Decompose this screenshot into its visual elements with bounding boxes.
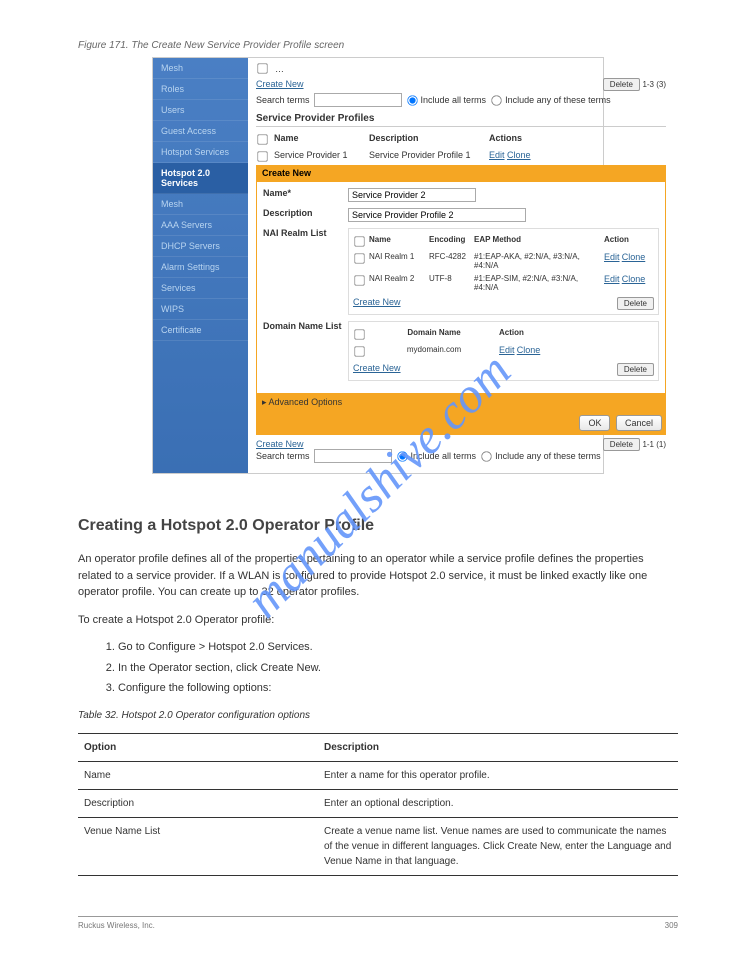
row-checkbox[interactable] — [257, 151, 267, 161]
sidebar-item-guest-access[interactable]: Guest Access — [153, 121, 248, 142]
nai-delete[interactable]: Delete — [617, 297, 654, 310]
form-area: Name* Description NAI Realm List — [256, 181, 666, 394]
doc-steps: Go to Configure > Hotspot 2.0 Services. … — [78, 639, 678, 697]
sidebar-item-services[interactable]: Services — [153, 278, 248, 299]
search-label: Search terms — [256, 95, 310, 105]
sidebar-item-mesh2[interactable]: Mesh — [153, 194, 248, 215]
sidebar-item-mesh[interactable]: Mesh — [153, 58, 248, 79]
sidebar-item-wips[interactable]: WIPS — [153, 299, 248, 320]
nai-edit[interactable]: Edit — [604, 252, 620, 262]
nai-clone[interactable]: Clone — [622, 274, 646, 284]
sidebar-item-aaa-servers[interactable]: AAA Servers — [153, 215, 248, 236]
sidebar-item-dhcp-servers[interactable]: DHCP Servers — [153, 236, 248, 257]
name-input[interactable] — [348, 188, 476, 202]
include-any-bottom[interactable] — [481, 451, 491, 461]
nai-row-checkbox[interactable] — [354, 275, 364, 285]
header-checkbox[interactable] — [257, 134, 267, 144]
domain-delete[interactable]: Delete — [617, 363, 654, 376]
nai-realm-table: Name Encoding EAP Method Action NAI Real… — [348, 228, 659, 315]
edit-link[interactable]: Edit — [489, 150, 505, 160]
figure-caption: Figure 171. The Create New Service Provi… — [78, 40, 678, 51]
delete-button-top[interactable]: Delete — [603, 78, 640, 91]
nai-clone[interactable]: Clone — [622, 252, 646, 262]
domain-row: mydomain.com Edit Clone — [353, 343, 654, 360]
description-label: Description — [263, 208, 348, 222]
pager-bottom: 1-1 (1) — [642, 440, 666, 449]
name-label: Name* — [263, 188, 348, 202]
cancel-button[interactable]: Cancel — [616, 415, 662, 431]
table-caption: Table 32. Hotspot 2.0 Operator configura… — [78, 708, 678, 723]
table-row: Service Provider 1 Service Provider Prof… — [256, 148, 666, 165]
clone-link[interactable]: Clone — [507, 150, 531, 160]
create-new-bottom[interactable]: Create New — [256, 439, 304, 449]
domain-header-checkbox[interactable] — [354, 329, 364, 339]
domain-clone[interactable]: Clone — [517, 345, 541, 355]
doc-intro: An operator profile defines all of the p… — [78, 551, 678, 601]
profiles-table-header: Name Description Actions — [256, 131, 666, 148]
nai-create-new[interactable]: Create New — [353, 297, 401, 310]
screenshot: Mesh Roles Users Guest Access Hotspot Se… — [152, 57, 604, 474]
search-input-bottom[interactable] — [314, 449, 392, 463]
nai-row: NAI Realm 1 RFC-4282 #1:EAP-AKA, #2:N/A,… — [353, 250, 654, 272]
sidebar-item-roles[interactable]: Roles — [153, 79, 248, 100]
sidebar: Mesh Roles Users Guest Access Hotspot Se… — [153, 58, 248, 473]
top-truncated-text: … — [275, 64, 284, 74]
options-table: Option Description Name Enter a name for… — [78, 733, 678, 876]
nai-edit[interactable]: Edit — [604, 274, 620, 284]
delete-bottom[interactable]: Delete — [603, 438, 640, 451]
ok-button[interactable]: OK — [579, 415, 610, 431]
include-any-radio[interactable] — [491, 95, 501, 105]
search-row-top: Search terms Include all terms Include a… — [256, 93, 666, 107]
include-all-bottom[interactable] — [397, 451, 407, 461]
domain-edit[interactable]: Edit — [499, 345, 515, 355]
nai-realm-label: NAI Realm List — [263, 228, 348, 315]
section-title: Service Provider Profiles — [256, 113, 666, 127]
nai-row: NAI Realm 2 UTF-8 #1:EAP-SIM, #2:N/A, #3… — [353, 272, 654, 294]
doc-section: Creating a Hotspot 2.0 Operator Profile … — [78, 514, 678, 876]
main-content: … Create New Delete 1-3 (3) Search terms… — [248, 58, 674, 473]
create-new-band: Create New — [256, 165, 666, 181]
description-input[interactable] — [348, 208, 526, 222]
search-row-bottom: Search terms Include all terms Include a… — [256, 449, 666, 463]
advanced-options-band[interactable]: ▸ Advanced Options — [256, 394, 666, 411]
nai-header-checkbox[interactable] — [354, 236, 364, 246]
create-new-link-top[interactable]: Create New — [256, 79, 304, 89]
domain-row-checkbox[interactable] — [354, 346, 364, 356]
sidebar-item-users[interactable]: Users — [153, 100, 248, 121]
form-buttons: OK Cancel — [256, 411, 666, 435]
domain-label: Domain Name List — [263, 321, 348, 381]
domain-table: Domain Name Action mydomain.com Edit Clo… — [348, 321, 659, 381]
top-checkbox[interactable] — [257, 63, 267, 73]
doc-heading: Creating a Hotspot 2.0 Operator Profile — [78, 514, 678, 538]
sidebar-item-hotspot-2-services[interactable]: Hotspot 2.0 Services — [153, 163, 248, 194]
pager-top: 1-3 (3) — [642, 80, 666, 89]
domain-create-new[interactable]: Create New — [353, 363, 401, 376]
sidebar-item-alarm-settings[interactable]: Alarm Settings — [153, 257, 248, 278]
expand-icon: ▸ — [262, 397, 267, 407]
doc-to-create: To create a Hotspot 2.0 Operator profile… — [78, 612, 678, 629]
sidebar-item-hotspot-services[interactable]: Hotspot Services — [153, 142, 248, 163]
include-all-radio[interactable] — [407, 95, 417, 105]
nai-row-checkbox[interactable] — [354, 253, 364, 263]
sidebar-item-certificate[interactable]: Certificate — [153, 320, 248, 341]
search-input-top[interactable] — [314, 93, 402, 107]
